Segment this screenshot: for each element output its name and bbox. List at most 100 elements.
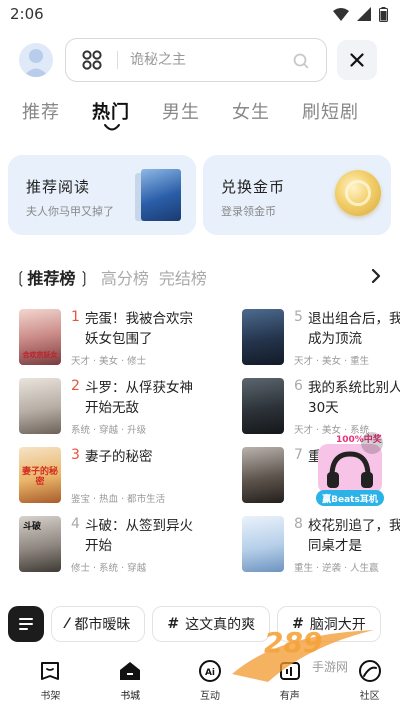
tab-male[interactable]: 男生 [162, 100, 200, 134]
hashtag-icon: # [292, 616, 304, 632]
nav-label: 书架 [40, 691, 61, 702]
book-cover [242, 447, 284, 503]
ai-chat-icon: Ai [198, 660, 221, 682]
book-tags: 修士 · 系统 · 穿越 [71, 563, 147, 574]
book-tags: 重生 · 逆袭 · 人生赢 [294, 563, 379, 574]
rank-tab-recommend[interactable]: 推荐榜 [27, 265, 75, 289]
hashtag-icon: # [167, 616, 180, 632]
list-item[interactable]: 斗破 4 斗破：从签到异火开始 修士 · 系统 · 穿越 [19, 516, 209, 576]
tab-hot[interactable]: 热门 [92, 100, 130, 134]
book-tags: 鉴宝 · 热血 · 都市生活 [71, 494, 166, 505]
promo-title: 推荐阅读 [26, 178, 91, 196]
list-item[interactable]: 2 斗罗：从俘获女神开始无敌 系统 · 穿越 · 升级 [19, 378, 209, 438]
book-title: 校花别追了，我女同桌才是 [308, 518, 400, 554]
rank-tab-completed[interactable]: 完结榜 [159, 265, 207, 289]
chevron-right-icon[interactable] [368, 267, 384, 285]
wifi-icon [333, 7, 349, 21]
book-cover [242, 378, 284, 434]
nav-bookstore[interactable]: 书城 [100, 654, 161, 711]
nav-label: 社区 [359, 691, 380, 702]
book-title: 完蛋！我被合欢宗妖女包围了 [85, 311, 193, 347]
badge-bottom-text: 赢Beats耳机 [322, 495, 378, 505]
tab-recommend[interactable]: 推荐 [22, 100, 60, 134]
promo-exchange-coins[interactable]: 兑换金币 登录领金币 [203, 155, 391, 235]
book-cover: 妻子的秘密 [19, 447, 61, 503]
list-item[interactable]: 5 退出组合后，我迫成为顶流 天才 · 美女 · 重生 [242, 309, 400, 369]
rank-tabs: ❲ 推荐榜 ❳ 高分榜 完结榜 [14, 265, 394, 289]
rank-number: 2 [71, 378, 80, 394]
nav-bookshelf[interactable]: 书架 [20, 654, 81, 711]
badge-close-button[interactable] [361, 432, 383, 454]
rank-number: 4 [71, 516, 80, 532]
book-tags: 系统 · 穿越 · 升级 [71, 425, 147, 436]
community-icon [358, 660, 381, 682]
book-cover [141, 169, 181, 221]
chip-label: 都市暧昧 [74, 617, 131, 633]
nav-interaction[interactable]: Ai 互动 [180, 654, 241, 711]
cover-text: 斗破 [23, 522, 42, 532]
book-title: 妻子的秘密 [85, 449, 153, 465]
tab-hot-label: 热门 [92, 102, 130, 123]
search-box[interactable] [65, 38, 327, 82]
search-divider [117, 51, 118, 69]
topic-chip-row: ⁄ 都市暧昧 # 这文真的爽 # 脑洞大开 [8, 606, 381, 642]
book-title: 斗罗：从俘获女神开始无敌 [85, 380, 193, 416]
book-tags: 天才 · 美女 · 修士 [71, 356, 147, 367]
nav-community[interactable]: 社区 [339, 654, 400, 711]
promo-subtitle: 登录领金币 [221, 205, 276, 218]
audio-book-icon [279, 662, 300, 680]
nav-label: 互动 [199, 691, 220, 702]
book-cover [19, 378, 61, 434]
search-input[interactable] [130, 52, 280, 68]
topic-chip[interactable]: # 这文真的爽 [152, 606, 271, 642]
list-menu-icon [19, 618, 33, 630]
topic-chip[interactable]: ⁄ 都市暧昧 [51, 606, 146, 642]
coin-icon [335, 170, 381, 216]
active-tab-indicator-icon [104, 124, 120, 131]
list-item[interactable]: 6 我的系统比别人到30天 天才 · 美女 · 系统 [242, 378, 400, 438]
book-title: 我的系统比别人到30天 [308, 380, 400, 416]
list-item[interactable]: 8 校花别追了，我女同桌才是 重生 · 逆袭 · 人生赢 [242, 516, 400, 576]
apps-grid-icon[interactable] [81, 49, 103, 71]
status-time: 2:06 [10, 5, 44, 23]
book-tags: 天才 · 美女 · 重生 [294, 356, 370, 367]
svg-text:Ai: Ai [205, 668, 215, 678]
channel-tabs: 推荐 热门 男生 女生 刷短剧 [22, 100, 391, 134]
nav-audio[interactable]: 有声 [259, 654, 320, 711]
avatar[interactable] [19, 43, 53, 77]
rank-number: 7 [294, 447, 303, 463]
topic-menu-button[interactable] [8, 606, 44, 642]
chip-label: 这文真的爽 [185, 617, 256, 633]
user-avatar-icon [23, 49, 49, 77]
chip-icon: ⁄ [66, 616, 69, 632]
rank-number: 5 [294, 309, 303, 325]
nav-label: 有声 [279, 691, 300, 702]
list-item[interactable]: 妻子的秘密 3 妻子的秘密 鉴宝 · 热血 · 都市生活 [19, 447, 209, 507]
list-item[interactable]: 合欢宗妖女 1 完蛋！我被合欢宗妖女包围了 天才 · 美女 · 修士 [19, 309, 209, 369]
battery-icon [379, 6, 388, 22]
rank-number: 1 [71, 309, 80, 325]
promo-recommend-read[interactable]: 推荐阅读 夫人你马甲又掉了 [8, 155, 196, 235]
promo-title: 兑换金币 [221, 178, 286, 196]
bottom-nav: 书架 书城 Ai 互动 有声 社区 [0, 654, 400, 711]
nav-label: 书城 [120, 691, 141, 702]
book-cover: 合欢宗妖女 [19, 309, 61, 365]
laurel-right-icon: ❳ [77, 267, 91, 287]
cover-text: 合欢宗妖女 [22, 351, 58, 359]
rank-tab-score[interactable]: 高分榜 [101, 265, 149, 289]
book-cover [242, 309, 284, 365]
tab-short-drama[interactable]: 刷短剧 [302, 100, 359, 134]
top-bar [0, 38, 400, 82]
book-cover [242, 516, 284, 572]
rank-number: 6 [294, 378, 303, 394]
bookshelf-icon [41, 662, 60, 680]
search-icon[interactable] [292, 52, 310, 70]
signal-icon [357, 7, 371, 21]
bookstore-icon [120, 662, 141, 680]
tab-female[interactable]: 女生 [232, 100, 270, 134]
close-button[interactable] [337, 40, 377, 80]
status-bar: 2:06 [0, 0, 400, 28]
topic-chip[interactable]: # 脑洞大开 [277, 606, 381, 642]
book-title: 退出组合后，我迫成为顶流 [308, 311, 400, 347]
promo-subtitle: 夫人你马甲又掉了 [26, 205, 114, 218]
